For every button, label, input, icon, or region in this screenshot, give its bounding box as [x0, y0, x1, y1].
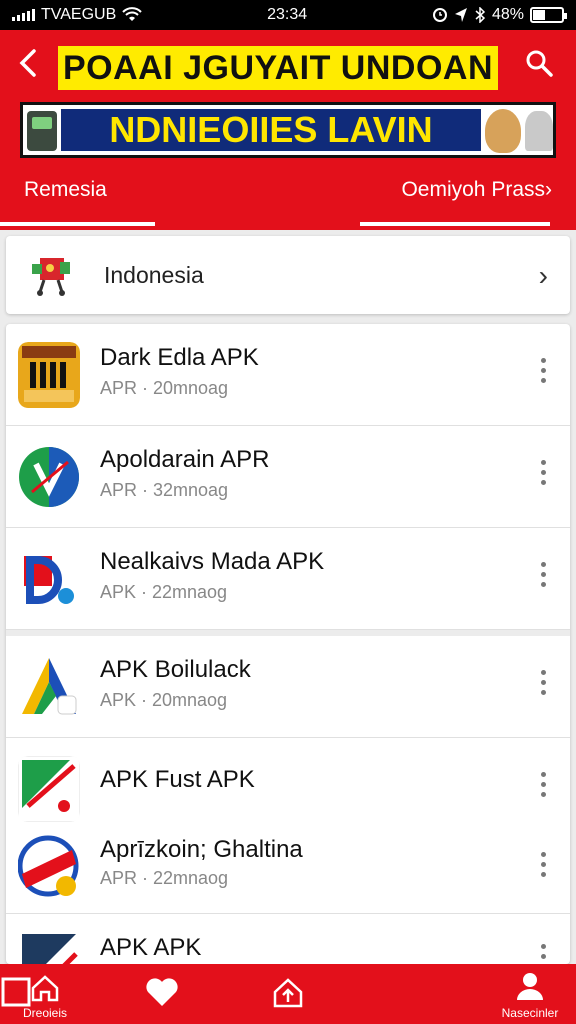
app-name: APK Fust APK: [100, 766, 255, 793]
promo-banner[interactable]: NDNIEOIIES LAVIN: [20, 102, 556, 158]
app-name: Apoldarain APR: [100, 446, 270, 473]
app-meta: APK · 20mnaog: [100, 690, 228, 710]
heart-icon: [146, 978, 178, 1006]
green-blue-circle-icon: [18, 444, 80, 510]
nav-favorites[interactable]: [132, 964, 192, 1024]
country-label: Indonesia: [104, 261, 204, 288]
app-list: Dark Edla APK APR · 20mnoag Apoldarain A…: [6, 324, 570, 964]
nav-share[interactable]: [258, 964, 318, 1024]
app-meta: APK · 22mnaog: [100, 582, 228, 602]
square-icon: [1, 977, 31, 1007]
list-item[interactable]: Apoldarain APR APR · 32mnoag: [6, 426, 570, 528]
list-item[interactable]: APK Fust APK: [6, 738, 570, 826]
back-arrow-icon: [19, 49, 36, 77]
app-name: Dark Edla APK: [100, 344, 259, 371]
nav-library[interactable]: [0, 964, 32, 1024]
list-item[interactable]: Dark Edla APK APR · 20mnoag: [6, 324, 570, 426]
calculator-icon: [27, 111, 57, 151]
list-item[interactable]: APK Boilulack APK · 20mnaog: [6, 630, 570, 738]
share-home-icon: [273, 978, 303, 1008]
app-name: APK Boilulack: [100, 656, 251, 683]
app-name: APK APK: [100, 934, 202, 961]
list-item[interactable]: Nealkaivs Mada APK APK · 22mnaog: [6, 528, 570, 630]
tab-oemiyoh-prass[interactable]: Oemiyoh Prass›: [401, 178, 552, 202]
back-button[interactable]: [12, 48, 44, 84]
character-icon: [525, 111, 553, 151]
more-options-button[interactable]: [538, 358, 548, 388]
person-icon: [517, 973, 543, 1000]
app-meta: APR · 22mnaog: [100, 868, 229, 888]
tab-indicator-left: [0, 222, 155, 226]
bottom-nav: Dreoieis Nasecinler: [0, 964, 576, 1024]
signal-icon: [12, 9, 35, 21]
app-header: POAAI JGUYAIT UNDOAN NDNIEOIIES LAVIN Re…: [0, 30, 576, 230]
banner-title: NDNIEOIIES LAVIN: [61, 109, 481, 151]
home-icon: [31, 975, 59, 1002]
search-icon: [526, 50, 553, 77]
green-red-flag-icon: [18, 756, 80, 822]
bluetooth-icon: [475, 7, 486, 23]
yellow-bars-icon: [18, 342, 80, 408]
more-options-button[interactable]: [538, 670, 548, 700]
app-meta: APR · 20mnoag: [100, 378, 229, 398]
chevron-right-icon: ›: [538, 260, 548, 291]
battery-percent: 48%: [491, 6, 524, 23]
location-icon: [454, 8, 467, 22]
battery-icon: [529, 7, 567, 23]
nav-profile-label: Nasecinler: [501, 1006, 559, 1020]
country-mascot-icon: [26, 250, 76, 300]
list-item[interactable]: Aprīzkoin; Ghaltina APR · 22mnaog: [6, 826, 570, 914]
carrier-label: TVAEGUB: [41, 6, 117, 23]
app-name: Aprīzkoin; Ghaltina: [100, 836, 303, 863]
tab-oemiyoh-prass-label: Oemiyoh Prass: [401, 178, 545, 201]
app-meta: APR · 32mnoag: [100, 480, 229, 500]
alarm-icon: [432, 8, 447, 22]
more-options-button[interactable]: [538, 852, 548, 882]
triangle-a-icon: [18, 654, 80, 720]
list-item[interactable]: APK APK: [6, 914, 570, 964]
dark-triangle-icon: [18, 930, 80, 964]
red-banner-circle-icon: [18, 834, 80, 900]
search-button[interactable]: [524, 48, 558, 82]
more-options-button[interactable]: [538, 562, 548, 592]
tab-indicator-right: [360, 222, 550, 226]
nav-profile[interactable]: Nasecinler: [492, 964, 568, 1024]
status-bar: TVAEGUB 23:34 48%: [0, 0, 576, 30]
tab-remesia[interactable]: Remesia: [24, 178, 107, 202]
more-options-button[interactable]: [538, 460, 548, 490]
mascot-icon: [485, 109, 521, 153]
app-name: Nealkaivs Mada APK: [100, 548, 325, 575]
wifi-icon: [122, 7, 143, 21]
country-selector[interactable]: Indonesia ›: [6, 236, 570, 314]
chevron-right-icon: ›: [545, 178, 552, 201]
more-options-button[interactable]: [538, 944, 548, 964]
page-title: POAAI JGUYAIT UNDOAN: [58, 46, 498, 90]
clock: 23:34: [267, 6, 308, 23]
red-blue-d-icon: [18, 546, 80, 612]
more-options-button[interactable]: [538, 772, 548, 802]
